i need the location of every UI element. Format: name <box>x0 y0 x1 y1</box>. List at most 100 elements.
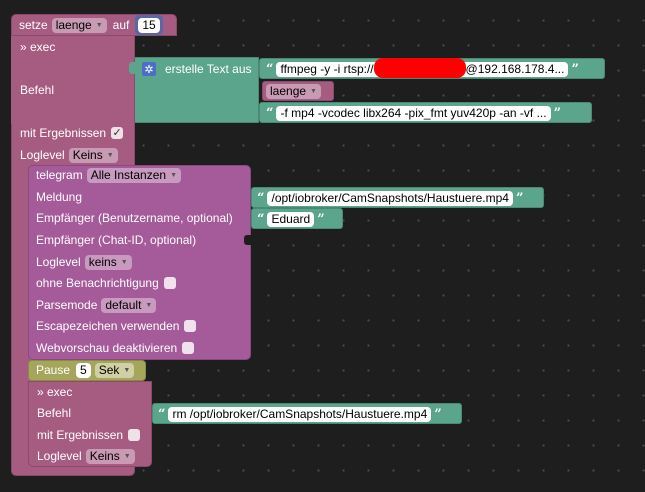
telegram-loglevel-label: Loglevel <box>36 255 81 269</box>
command-label: Befehl <box>20 83 55 97</box>
exec-2-title-text: » exec <box>37 385 73 399</box>
chevron-down-icon: ▼ <box>106 151 114 159</box>
escape-checkbox[interactable] <box>184 320 197 332</box>
open-quote-icon: “ <box>257 190 265 206</box>
message-text-field[interactable]: /opt/iobroker/CamSnapshots/Haustuere.mp4 <box>267 190 513 206</box>
variable-name: laenge <box>55 18 92 32</box>
set-variable-row: setze laenge ▼ auf 15 <box>19 15 163 35</box>
preview-label: Webvorschau deaktivieren <box>36 341 178 355</box>
pause-value-field[interactable]: 5 <box>76 362 91 378</box>
parsemode-value: default <box>105 298 142 312</box>
recipient-chat-label: Empfänger (Chat-ID, optional) <box>36 233 197 247</box>
telegram-instance-dropdown[interactable]: Alle Instanzen ▼ <box>86 167 182 183</box>
loglevel-dropdown[interactable]: Keins ▼ <box>68 147 118 163</box>
text-part-1-value: ffmpeg -y -i rtsp:// <box>280 62 374 76</box>
recipient-user-text-row: “ Eduard ” <box>254 209 328 229</box>
recipient-chat-input-socket[interactable] <box>244 235 251 245</box>
silent-checkbox[interactable] <box>163 277 176 289</box>
pause-unit-value: Sek <box>98 363 120 377</box>
exec-loglevel-row: Loglevel Keins ▼ <box>20 145 118 165</box>
exec-2-with-results-label: mit Ergebnissen <box>37 428 124 442</box>
with-results-label: mit Ergebnissen <box>20 126 107 140</box>
exec-2-loglevel-dropdown[interactable]: Keins ▼ <box>85 448 135 464</box>
exec-2-loglevel-row: Loglevel Keins ▼ <box>37 446 135 466</box>
close-quote-icon: ” <box>434 406 442 422</box>
telegram-recipient-user-row: Empfänger (Benutzername, optional) <box>36 208 233 228</box>
chevron-down-icon: ▼ <box>170 171 178 179</box>
open-quote-icon: “ <box>266 105 274 121</box>
telegram-instance-value: Alle Instanzen <box>90 168 167 182</box>
redaction-mark <box>373 57 466 78</box>
open-quote-icon: “ <box>158 406 166 422</box>
telegram-silent-row: ohne Benachrichtigung <box>36 273 176 293</box>
chevron-down-icon: ▼ <box>120 258 128 266</box>
recipient-user-label: Empfänger (Benutzername, optional) <box>36 211 233 225</box>
checkmark-icon: ✓ <box>112 127 122 139</box>
message-label: Meldung <box>36 190 83 204</box>
gear-icon[interactable]: ✲ <box>142 62 156 76</box>
set-label: setze <box>19 18 48 32</box>
silent-label: ohne Benachrichtigung <box>36 276 159 290</box>
text-part-3-field[interactable]: -f mp4 -vcodec libx264 -pix_fmt yuv420p … <box>276 105 551 121</box>
telegram-preview-row: Webvorschau deaktivieren <box>36 338 195 358</box>
telegram-header: telegram Alle Instanzen ▼ <box>36 165 182 185</box>
exec-title-text: » exec <box>20 40 56 54</box>
recipient-user-value: Eduard <box>271 212 311 226</box>
text-part-1-field[interactable]: ffmpeg -y -i rtsp:// @192.168.178.4... <box>276 57 569 78</box>
number-value[interactable]: 15 <box>138 17 160 33</box>
text-part-3-row: “ -f mp4 -vcodec libx264 -pix_fmt yuv420… <box>263 103 564 123</box>
exec-2-command-label: Befehl <box>37 406 72 420</box>
loglevel-value: Keins <box>72 148 103 162</box>
text-part-1-tail: @192.168.178.4... <box>465 62 565 76</box>
exec-2-command-row: Befehl <box>37 403 71 423</box>
exec-results-row: mit Ergebnissen ✓ <box>20 123 124 143</box>
variable-dropdown[interactable]: laenge ▼ <box>51 17 107 33</box>
telegram-loglevel-row: Loglevel keins ▼ <box>36 252 132 272</box>
pause-value: 5 <box>80 363 87 377</box>
pause-unit-dropdown[interactable]: Sek ▼ <box>94 362 135 378</box>
escape-label: Escapezeichen verwenden <box>36 319 180 333</box>
exec-title: » exec <box>20 37 55 57</box>
open-quote-icon: “ <box>266 61 274 77</box>
text-part-1-row: “ ffmpeg -y -i rtsp:// @192.168.178.4...… <box>263 57 582 79</box>
exec-2-loglevel-label: Loglevel <box>37 449 82 463</box>
exec-2-title: » exec <box>37 382 72 402</box>
exec-2-results-row: mit Ergebnissen <box>37 425 141 445</box>
exec-2-with-results-checkbox[interactable] <box>128 429 141 441</box>
close-quote-icon: ” <box>571 61 579 77</box>
with-results-checkbox[interactable]: ✓ <box>111 127 124 139</box>
telegram-escape-row: Escapezeichen verwenden <box>36 316 197 336</box>
chevron-down-icon: ▼ <box>123 452 131 460</box>
create-text-notch <box>129 62 137 74</box>
chevron-down-icon: ▼ <box>123 366 131 374</box>
close-quote-icon: ” <box>515 190 524 206</box>
message-text-row: “ /opt/iobroker/CamSnapshots/Haustuere.m… <box>254 188 526 208</box>
recipient-user-field[interactable]: Eduard <box>267 211 315 227</box>
message-text-value: /opt/iobroker/CamSnapshots/Haustuere.mp4 <box>271 191 509 205</box>
parsemode-label: Parsemode <box>36 298 98 312</box>
exec-command-row: Befehl <box>20 80 54 100</box>
telegram-loglevel-dropdown[interactable]: keins ▼ <box>84 254 132 270</box>
telegram-message-row: Meldung <box>36 187 82 207</box>
exec-2-command-field[interactable]: rm /opt/iobroker/CamSnapshots/Haustuere.… <box>168 406 432 422</box>
chevron-down-icon: ▼ <box>310 87 317 95</box>
to-label: auf <box>112 18 130 32</box>
create-text-header: ✲ erstelle Text aus <box>142 59 252 79</box>
telegram-recipient-chat-row: Empfänger (Chat-ID, optional) <box>36 230 196 250</box>
text-part-3-value: -f mp4 -vcodec libx264 -pix_fmt yuv420p … <box>280 106 547 120</box>
chevron-down-icon: ▼ <box>95 21 103 29</box>
exec-2-command-text-row: “ rm /opt/iobroker/CamSnapshots/Haustuer… <box>155 404 445 424</box>
pause-row: Pause 5 Sek ▼ <box>36 360 135 380</box>
pause-label: Pause <box>36 363 71 377</box>
parsemode-dropdown[interactable]: default ▼ <box>101 297 157 313</box>
text-part-2-variable[interactable]: laenge ▼ <box>266 83 321 99</box>
exec-2-command-value: rm /opt/iobroker/CamSnapshots/Haustuere.… <box>172 407 428 421</box>
open-quote-icon: “ <box>257 211 265 227</box>
close-quote-icon: ” <box>553 105 562 121</box>
telegram-parsemode-row: Parsemode default ▼ <box>36 295 157 315</box>
create-text-label: erstelle Text aus <box>165 62 252 76</box>
close-quote-icon: ” <box>317 211 325 227</box>
number-block[interactable]: 15 <box>135 15 163 35</box>
preview-checkbox[interactable] <box>182 342 195 354</box>
telegram-loglevel-value: keins <box>88 255 117 269</box>
